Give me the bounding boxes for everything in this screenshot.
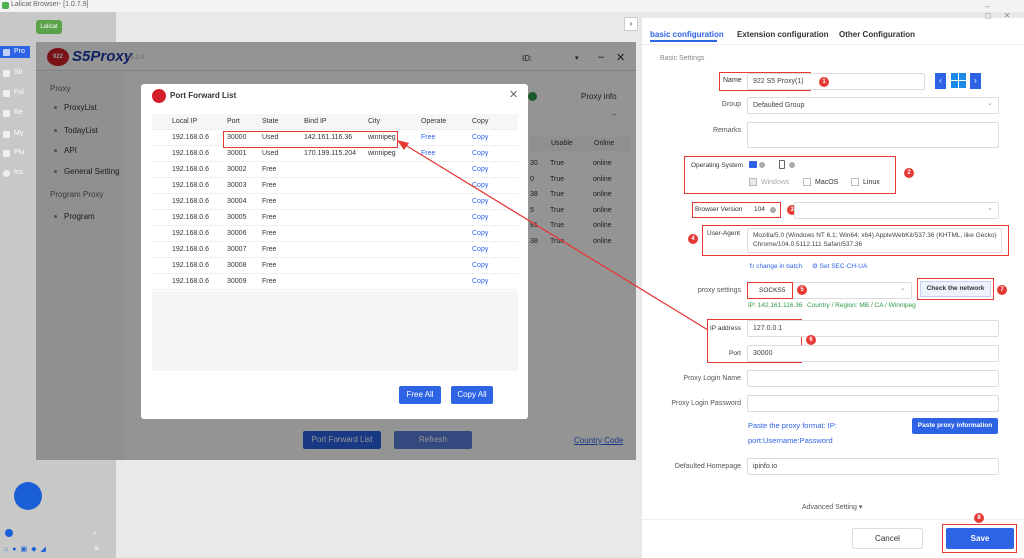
- annotation-arrow-head: [397, 140, 409, 150]
- annotation-arrow-line: [401, 142, 709, 331]
- annotation-arrow: [397, 140, 709, 331]
